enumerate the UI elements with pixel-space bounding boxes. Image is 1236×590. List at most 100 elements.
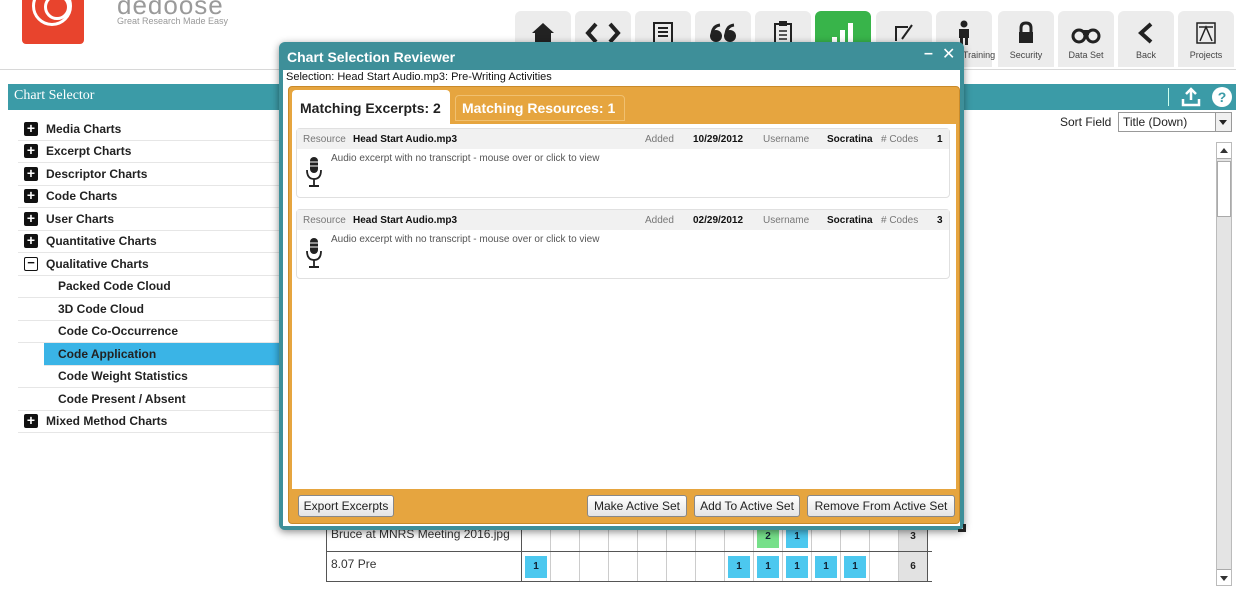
table-cell[interactable]: 1: [783, 552, 812, 581]
expand-icon[interactable]: +: [24, 211, 38, 226]
excerpt-list: Resource Head Start Audio.mp3 Added 10/2…: [292, 124, 956, 489]
nav-projects-button[interactable]: Projects: [1178, 11, 1234, 67]
table-row[interactable]: 8.07 Pre 1 1 1 1 1 1 6: [326, 552, 932, 582]
table-cell[interactable]: [667, 552, 696, 581]
nav-dataset-button[interactable]: Data Set: [1058, 11, 1114, 67]
codes-label: # Codes: [881, 133, 919, 145]
tree-item-code-co-occurrence[interactable]: Code Co-Occurrence: [18, 321, 282, 343]
dialog-title: Chart Selection Reviewer: [287, 49, 456, 65]
chart-toolbar: ?: [960, 84, 1236, 110]
cell-count: 1: [728, 555, 750, 578]
close-icon[interactable]: ✕: [942, 44, 955, 64]
tree-item-label: Descriptor Charts: [46, 166, 148, 181]
codes-label: # Codes: [881, 214, 919, 226]
tree-item-descriptor-charts[interactable]: + Descriptor Charts: [18, 163, 282, 186]
tree-item-code-application[interactable]: Code Application: [44, 343, 282, 366]
tree-item-media-charts[interactable]: + Media Charts: [18, 118, 282, 141]
chevron-down-icon[interactable]: [1215, 113, 1231, 131]
remove-from-active-set-button[interactable]: Remove From Active Set: [807, 495, 955, 517]
logo-icon[interactable]: [22, 0, 84, 44]
quote-icon: [710, 23, 736, 42]
tree-item-code-charts[interactable]: + Code Charts: [18, 186, 282, 208]
expand-icon[interactable]: +: [24, 233, 38, 249]
excerpt-card[interactable]: Resource Head Start Audio.mp3 Added 02/2…: [296, 209, 950, 279]
table-cell[interactable]: 1: [754, 552, 783, 581]
cell-count: 1: [757, 555, 779, 578]
minimize-icon[interactable]: –: [924, 45, 933, 63]
export-excerpts-button[interactable]: Export Excerpts: [298, 495, 394, 517]
scroll-thumb[interactable]: [1217, 161, 1231, 217]
tree-item-label: Code Weight Statistics: [58, 369, 188, 384]
tree-item-3d-code-cloud[interactable]: 3D Code Cloud: [18, 298, 282, 321]
collapse-icon[interactable]: −: [24, 256, 38, 271]
resize-handle[interactable]: [958, 524, 966, 532]
expand-icon[interactable]: +: [24, 413, 38, 429]
tab-matching-resources[interactable]: Matching Resources: 1: [455, 95, 625, 121]
added-label: Added: [645, 214, 674, 226]
tree-item-label: Mixed Method Charts: [46, 414, 168, 429]
tab-frame: Matching Excerpts: 2 Matching Resources:…: [288, 86, 960, 524]
tree-item-label: Packed Code Cloud: [58, 279, 171, 294]
username: Socratina: [827, 133, 873, 145]
tree-item-packed-code-cloud[interactable]: Packed Code Cloud: [18, 276, 282, 298]
table-cell[interactable]: 1: [841, 552, 870, 581]
table-cell[interactable]: [638, 552, 667, 581]
codes-count: 3: [937, 214, 943, 226]
table-cell[interactable]: [551, 552, 580, 581]
binoculars-icon: [1071, 28, 1101, 44]
tree-item-label: Quantitative Charts: [46, 234, 157, 249]
dialog-body: Selection: Head Start Audio.mp3: Pre-Wri…: [283, 70, 960, 526]
scroll-down-icon[interactable]: [1217, 569, 1231, 585]
make-active-set-button[interactable]: Make Active Set: [587, 495, 687, 517]
tree-item-qualitative-charts[interactable]: − Qualitative Charts: [18, 253, 282, 276]
resource-name: Head Start Audio.mp3: [353, 133, 458, 145]
selection-label: Selection: Head Start Audio.mp3: Pre-Wri…: [286, 71, 552, 83]
cell-count: 1: [525, 555, 547, 578]
code-application-table: Bruce at MNRS Meeting 2016.jpg 2 1 3 8.07 Pr…: [326, 522, 932, 582]
cell-count: 1: [786, 555, 808, 578]
vertical-scrollbar[interactable]: [1216, 142, 1232, 586]
projects-icon: [1196, 22, 1216, 44]
tree-item-label: Code Application: [58, 346, 157, 361]
table-cell[interactable]: [870, 552, 899, 581]
toolbar-separator: [1168, 88, 1169, 106]
upload-icon[interactable]: [1180, 87, 1202, 107]
lock-icon: [1019, 21, 1033, 43]
resource-label: Resource: [303, 214, 346, 226]
table-cell[interactable]: 1: [725, 552, 754, 581]
chart-selector-header: Chart Selector: [8, 84, 292, 110]
table-cell[interactable]: [580, 552, 609, 581]
cell-count: 1: [815, 555, 837, 578]
tree-item-label: Media Charts: [46, 121, 122, 136]
nav-back-button[interactable]: Back: [1118, 11, 1174, 67]
cell-count: 1: [844, 555, 866, 578]
sort-field-select[interactable]: Title (Down): [1118, 112, 1232, 132]
help-icon[interactable]: ?: [1212, 87, 1232, 107]
tree-item-user-charts[interactable]: + User Charts: [18, 208, 282, 231]
expand-icon[interactable]: +: [24, 143, 38, 159]
table-cell[interactable]: 1: [812, 552, 841, 581]
excerpt-card[interactable]: Resource Head Start Audio.mp3 Added 10/2…: [296, 128, 950, 198]
excerpt-header: Resource Head Start Audio.mp3 Added 02/2…: [297, 210, 949, 230]
microphone-icon[interactable]: [306, 236, 322, 270]
table-cell[interactable]: [696, 552, 725, 581]
expand-icon[interactable]: +: [24, 166, 38, 181]
tree-item-mixed-method-charts[interactable]: + Mixed Method Charts: [18, 411, 282, 433]
expand-icon[interactable]: +: [24, 121, 38, 136]
tree-item-code-present-absent[interactable]: Code Present / Absent: [18, 388, 282, 411]
expand-icon[interactable]: +: [24, 188, 38, 204]
tree-item-quantitative-charts[interactable]: + Quantitative Charts: [18, 231, 282, 253]
tree-item-excerpt-charts[interactable]: + Excerpt Charts: [18, 141, 282, 163]
row-name: 8.07 Pre: [326, 552, 522, 581]
added-label: Added: [645, 133, 674, 145]
tab-matching-excerpts[interactable]: Matching Excerpts: 2: [292, 90, 450, 124]
table-cell[interactable]: [609, 552, 638, 581]
tree-item-label: Excerpt Charts: [46, 144, 132, 159]
tree-item-code-weight-statistics[interactable]: Code Weight Statistics: [18, 366, 282, 388]
scroll-up-icon[interactable]: [1217, 143, 1231, 159]
table-cell[interactable]: 1: [522, 552, 551, 581]
resource-name: Head Start Audio.mp3: [353, 214, 458, 226]
nav-security-button[interactable]: Security: [998, 11, 1054, 67]
add-to-active-set-button[interactable]: Add To Active Set: [694, 495, 800, 517]
microphone-icon[interactable]: [306, 155, 322, 189]
